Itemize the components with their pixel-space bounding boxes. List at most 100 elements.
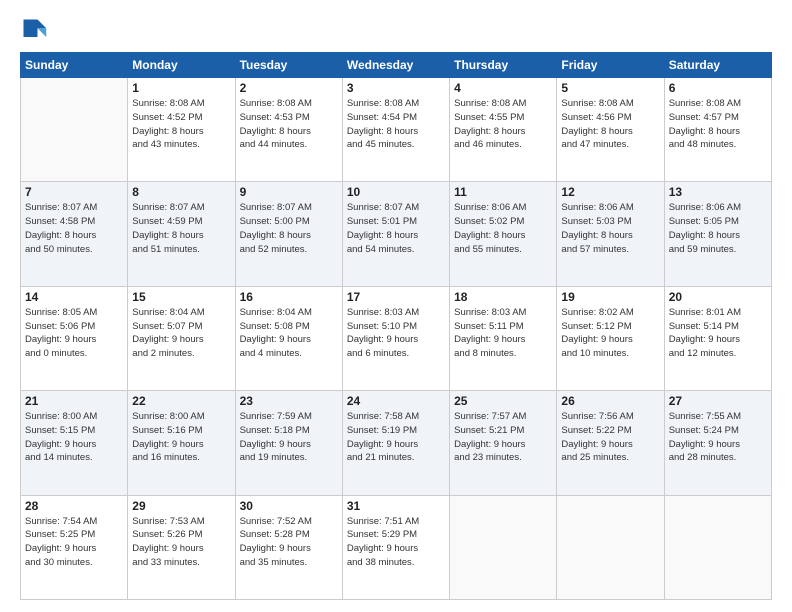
day-info: Sunrise: 8:06 AMSunset: 5:02 PMDaylight:… xyxy=(454,201,552,256)
calendar-cell: 9 Sunrise: 8:07 AMSunset: 5:00 PMDaylight… xyxy=(235,182,342,286)
calendar-cell: 27 Sunrise: 7:55 AMSunset: 5:24 PMDayligh… xyxy=(664,391,771,495)
calendar-week-row: 1Sunrise: 8:08 AMSunset: 4:52 PMDaylight… xyxy=(21,78,772,182)
day-number: 31 xyxy=(347,499,445,513)
day-info: Sunrise: 8:07 AMSunset: 5:01 PMDaylight:… xyxy=(347,201,445,256)
day-number: 27 xyxy=(669,394,767,408)
day-info: Sunrise: 8:04 AMSunset: 5:08 PMDaylight:… xyxy=(240,306,338,361)
day-info: Sunrise: 7:57 AMSunset: 5:21 PMDaylight:… xyxy=(454,410,552,465)
day-info: Sunrise: 7:56 AMSunset: 5:22 PMDaylight:… xyxy=(561,410,659,465)
day-info: Sunrise: 8:02 AMSunset: 5:12 PMDaylight:… xyxy=(561,306,659,361)
calendar-cell: 15Sunrise: 8:04 AMSunset: 5:07 PMDayligh… xyxy=(128,286,235,390)
column-header-thursday: Thursday xyxy=(450,53,557,78)
day-info: Sunrise: 8:06 AMSunset: 5:05 PMDaylight:… xyxy=(669,201,767,256)
calendar-header-row: SundayMondayTuesdayWednesdayThursdayFrid… xyxy=(21,53,772,78)
day-number: 4 xyxy=(454,81,552,95)
day-info: Sunrise: 8:08 AMSunset: 4:57 PMDaylight:… xyxy=(669,97,767,152)
calendar-cell: 24 Sunrise: 7:58 AMSunset: 5:19 PMDayligh… xyxy=(342,391,449,495)
day-info: Sunrise: 8:08 AMSunset: 4:52 PMDaylight:… xyxy=(132,97,230,152)
calendar-cell: 3 Sunrise: 8:08 AMSunset: 4:54 PMDaylight… xyxy=(342,78,449,182)
calendar-cell: 1Sunrise: 8:08 AMSunset: 4:52 PMDaylight… xyxy=(128,78,235,182)
day-number: 16 xyxy=(240,290,338,304)
calendar-cell: 25 Sunrise: 7:57 AMSunset: 5:21 PMDayligh… xyxy=(450,391,557,495)
day-number: 11 xyxy=(454,185,552,199)
day-info: Sunrise: 8:03 AMSunset: 5:10 PMDaylight:… xyxy=(347,306,445,361)
day-info: Sunrise: 7:59 AMSunset: 5:18 PMDaylight:… xyxy=(240,410,338,465)
column-header-monday: Monday xyxy=(128,53,235,78)
day-number: 20 xyxy=(669,290,767,304)
day-info: Sunrise: 8:01 AMSunset: 5:14 PMDaylight:… xyxy=(669,306,767,361)
calendar-cell: 19 Sunrise: 8:02 AMSunset: 5:12 PMDayligh… xyxy=(557,286,664,390)
calendar-cell xyxy=(557,495,664,599)
day-number: 10 xyxy=(347,185,445,199)
day-info: Sunrise: 8:06 AMSunset: 5:03 PMDaylight:… xyxy=(561,201,659,256)
day-number: 17 xyxy=(347,290,445,304)
calendar-cell: 31Sunrise: 7:51 AMSunset: 5:29 PMDayligh… xyxy=(342,495,449,599)
calendar-cell: 4Sunrise: 8:08 AMSunset: 4:55 PMDaylight… xyxy=(450,78,557,182)
day-number: 18 xyxy=(454,290,552,304)
calendar-cell: 12Sunrise: 8:06 AMSunset: 5:03 PMDayligh… xyxy=(557,182,664,286)
day-info: Sunrise: 8:08 AMSunset: 4:56 PMDaylight:… xyxy=(561,97,659,152)
calendar-cell: 17 Sunrise: 8:03 AMSunset: 5:10 PMDayligh… xyxy=(342,286,449,390)
day-number: 22 xyxy=(132,394,230,408)
calendar-cell: 20 Sunrise: 8:01 AMSunset: 5:14 PMDayligh… xyxy=(664,286,771,390)
day-number: 8 xyxy=(132,185,230,199)
calendar-week-row: 7Sunrise: 8:07 AMSunset: 4:58 PMDaylight… xyxy=(21,182,772,286)
calendar-table: SundayMondayTuesdayWednesdayThursdayFrid… xyxy=(20,52,772,600)
calendar-cell: 13 Sunrise: 8:06 AMSunset: 5:05 PMDayligh… xyxy=(664,182,771,286)
day-number: 5 xyxy=(561,81,659,95)
day-number: 28 xyxy=(25,499,123,513)
calendar-cell: 26 Sunrise: 7:56 AMSunset: 5:22 PMDayligh… xyxy=(557,391,664,495)
calendar-cell: 28Sunrise: 7:54 AMSunset: 5:25 PMDayligh… xyxy=(21,495,128,599)
day-info: Sunrise: 8:00 AMSunset: 5:15 PMDaylight:… xyxy=(25,410,123,465)
day-info: Sunrise: 7:52 AMSunset: 5:28 PMDaylight:… xyxy=(240,515,338,570)
calendar-cell xyxy=(21,78,128,182)
calendar-cell: 14 Sunrise: 8:05 AMSunset: 5:06 PMDayligh… xyxy=(21,286,128,390)
calendar-cell: 6 Sunrise: 8:08 AMSunset: 4:57 PMDaylight… xyxy=(664,78,771,182)
day-number: 2 xyxy=(240,81,338,95)
day-number: 9 xyxy=(240,185,338,199)
calendar-cell: 11 Sunrise: 8:06 AMSunset: 5:02 PMDayligh… xyxy=(450,182,557,286)
day-info: Sunrise: 8:07 AMSunset: 4:58 PMDaylight:… xyxy=(25,201,123,256)
day-number: 24 xyxy=(347,394,445,408)
calendar-week-row: 21 Sunrise: 8:00 AMSunset: 5:15 PMDayligh… xyxy=(21,391,772,495)
day-info: Sunrise: 8:05 AMSunset: 5:06 PMDaylight:… xyxy=(25,306,123,361)
calendar-week-row: 14 Sunrise: 8:05 AMSunset: 5:06 PMDayligh… xyxy=(21,286,772,390)
day-info: Sunrise: 7:55 AMSunset: 5:24 PMDaylight:… xyxy=(669,410,767,465)
day-number: 25 xyxy=(454,394,552,408)
day-info: Sunrise: 8:00 AMSunset: 5:16 PMDaylight:… xyxy=(132,410,230,465)
day-number: 26 xyxy=(561,394,659,408)
day-info: Sunrise: 8:04 AMSunset: 5:07 PMDaylight:… xyxy=(132,306,230,361)
calendar-cell: 18 Sunrise: 8:03 AMSunset: 5:11 PMDayligh… xyxy=(450,286,557,390)
day-number: 13 xyxy=(669,185,767,199)
column-header-tuesday: Tuesday xyxy=(235,53,342,78)
day-number: 29 xyxy=(132,499,230,513)
day-info: Sunrise: 8:03 AMSunset: 5:11 PMDaylight:… xyxy=(454,306,552,361)
day-number: 3 xyxy=(347,81,445,95)
column-header-wednesday: Wednesday xyxy=(342,53,449,78)
calendar-cell: 5 Sunrise: 8:08 AMSunset: 4:56 PMDaylight… xyxy=(557,78,664,182)
calendar-cell: 8Sunrise: 8:07 AMSunset: 4:59 PMDaylight… xyxy=(128,182,235,286)
page: SundayMondayTuesdayWednesdayThursdayFrid… xyxy=(0,0,792,612)
calendar-cell: 22 Sunrise: 8:00 AMSunset: 5:16 PMDayligh… xyxy=(128,391,235,495)
day-number: 14 xyxy=(25,290,123,304)
day-info: Sunrise: 8:08 AMSunset: 4:54 PMDaylight:… xyxy=(347,97,445,152)
day-info: Sunrise: 8:07 AMSunset: 5:00 PMDaylight:… xyxy=(240,201,338,256)
column-header-sunday: Sunday xyxy=(21,53,128,78)
calendar-cell: 7Sunrise: 8:07 AMSunset: 4:58 PMDaylight… xyxy=(21,182,128,286)
calendar-cell: 10 Sunrise: 8:07 AMSunset: 5:01 PMDayligh… xyxy=(342,182,449,286)
logo xyxy=(20,16,54,44)
day-number: 19 xyxy=(561,290,659,304)
day-number: 21 xyxy=(25,394,123,408)
calendar-cell xyxy=(450,495,557,599)
header xyxy=(20,16,772,44)
day-number: 23 xyxy=(240,394,338,408)
calendar-week-row: 28Sunrise: 7:54 AMSunset: 5:25 PMDayligh… xyxy=(21,495,772,599)
day-info: Sunrise: 7:53 AMSunset: 5:26 PMDaylight:… xyxy=(132,515,230,570)
calendar-cell: 16 Sunrise: 8:04 AMSunset: 5:08 PMDayligh… xyxy=(235,286,342,390)
calendar-cell: 30 Sunrise: 7:52 AMSunset: 5:28 PMDayligh… xyxy=(235,495,342,599)
day-info: Sunrise: 7:58 AMSunset: 5:19 PMDaylight:… xyxy=(347,410,445,465)
column-header-friday: Friday xyxy=(557,53,664,78)
day-info: Sunrise: 8:08 AMSunset: 4:53 PMDaylight:… xyxy=(240,97,338,152)
day-number: 30 xyxy=(240,499,338,513)
day-number: 6 xyxy=(669,81,767,95)
